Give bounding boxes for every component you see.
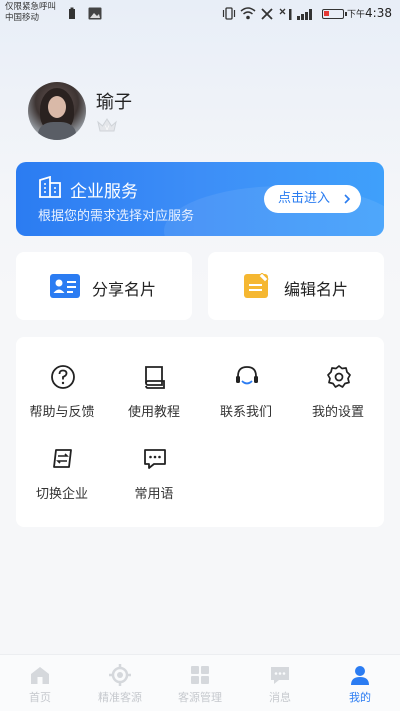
clock-ampm: 下午: [347, 10, 366, 20]
clock-time: 4:38: [365, 6, 392, 20]
bottom-tab-bar: 首页 精准客源 客源管理 消息 我的: [0, 654, 400, 711]
carrier-line-emergency: 仅限紧急呼叫: [5, 2, 57, 12]
tab-label: 我的: [349, 691, 371, 704]
tool-my-settings[interactable]: 我的设置: [292, 364, 384, 434]
tab-home[interactable]: 首页: [0, 655, 80, 711]
book-icon: [145, 366, 165, 389]
id-card-icon: [50, 274, 80, 298]
enterprise-service-banner[interactable]: 企业服务 根据您的需求选择对应服务 点击进入: [16, 162, 384, 236]
gear-icon: [327, 365, 351, 388]
share-card-button[interactable]: 分享名片: [16, 252, 192, 320]
banner-title: 企业服务: [70, 182, 138, 202]
target-icon: [109, 664, 131, 686]
avatar[interactable]: [28, 82, 86, 140]
tool-label: 使用教程: [127, 405, 180, 420]
username: 瑜子: [96, 92, 132, 113]
enter-button[interactable]: 点击进入: [264, 185, 361, 213]
tab-lead-management[interactable]: 客源管理: [160, 655, 240, 711]
tab-label: 首页: [29, 691, 51, 704]
chat-bubble-icon: [144, 449, 166, 469]
home-icon: [31, 667, 49, 684]
tab-messages[interactable]: 消息: [240, 655, 320, 711]
share-card-label: 分享名片: [92, 280, 157, 299]
edit-note-icon: [244, 273, 269, 298]
edit-card-button[interactable]: 编辑名片: [208, 252, 384, 320]
battery-alert-icon: [69, 7, 75, 19]
status-bar: 仅限紧急呼叫 中国移动 下午4:38: [0, 0, 400, 28]
crown-icon: V: [97, 118, 117, 132]
grid-icon: [191, 666, 209, 684]
image-icon: [88, 7, 102, 20]
wifi-icon: [240, 7, 256, 20]
clock: 下午4:38: [347, 6, 392, 20]
tool-contact-us[interactable]: 联系我们: [200, 364, 292, 434]
tool-label: 我的设置: [311, 405, 364, 420]
tool-common-phrases[interactable]: 常用语: [108, 446, 200, 516]
tool-help-feedback[interactable]: 帮助与反馈: [16, 364, 108, 434]
tab-precise-leads[interactable]: 精准客源: [80, 655, 160, 711]
vibrate-icon: [222, 7, 236, 20]
banner-subtitle: 根据您的需求选择对应服务: [38, 209, 195, 224]
tab-mine[interactable]: 我的: [320, 655, 400, 711]
tab-label: 客源管理: [178, 691, 222, 704]
switch-icon: [53, 449, 72, 468]
person-icon: [351, 666, 369, 685]
no-call-icon: [261, 8, 273, 20]
tool-label: 帮助与反馈: [29, 405, 95, 420]
tab-label: 精准客源: [98, 691, 142, 704]
tool-label: 联系我们: [219, 405, 272, 420]
carrier-text: 仅限紧急呼叫 中国移动: [5, 2, 56, 24]
carrier-line-name: 中国移动: [5, 13, 40, 23]
chevron-right-icon: [344, 194, 351, 204]
tool-switch-enterprise[interactable]: 切换企业: [16, 446, 108, 516]
battery-level: [324, 11, 329, 16]
tool-tutorial[interactable]: 使用教程: [108, 364, 200, 434]
headset-icon: [236, 366, 258, 385]
battery-icon: [322, 9, 347, 19]
building-icon: [39, 176, 61, 198]
question-circle-icon: [51, 365, 75, 389]
edit-card-label: 编辑名片: [284, 280, 349, 299]
tool-label: 常用语: [134, 487, 174, 502]
enter-button-label: 点击进入: [278, 191, 331, 206]
tool-label: 切换企业: [35, 487, 88, 502]
message-icon: [271, 667, 289, 684]
signal-bars-icon: [297, 8, 315, 20]
tools-panel: 帮助与反馈 使用教程 联系我们 我的设置 切换企业 常用语: [16, 337, 384, 527]
signal-x-icon: [279, 8, 292, 20]
tab-label: 消息: [269, 691, 291, 704]
